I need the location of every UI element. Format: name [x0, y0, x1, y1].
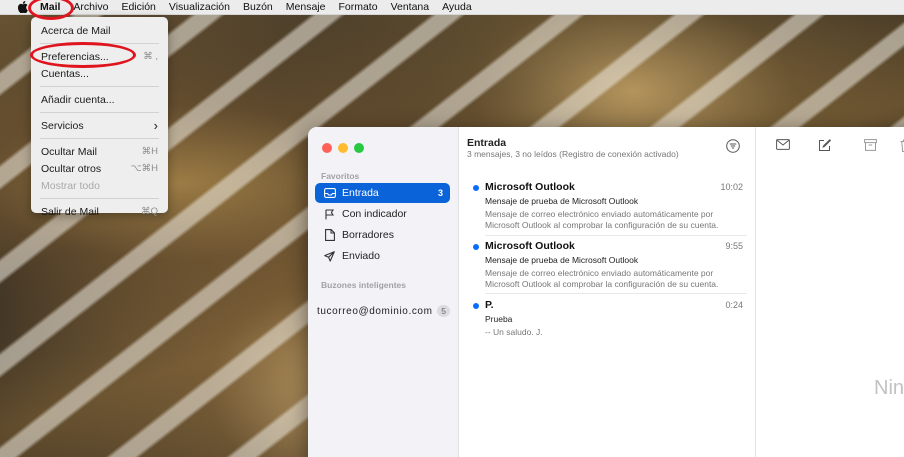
menu-item-add-account[interactable]: Añadir cuenta...: [31, 91, 168, 108]
message-time: 0:24: [725, 300, 743, 310]
message-list: Entrada 3 mensajes, 3 no leídos (Registr…: [459, 127, 756, 457]
flag-icon: [323, 208, 336, 220]
mail-menu-dropdown: Acerca de Mail Preferencias... ⌘ , Cuent…: [31, 17, 168, 218]
message-time: 10:02: [720, 182, 743, 192]
message-row[interactable]: P. 0:24 Prueba -- Un saludo. J.: [459, 299, 756, 339]
favorites-heading: Favoritos: [321, 171, 360, 181]
menu-buzon[interactable]: Buzón: [243, 1, 273, 13]
menu-mensaje[interactable]: Mensaje: [286, 1, 326, 13]
sidebar-account[interactable]: tucorreo@dominio.com 5: [317, 305, 452, 317]
menu-item-services[interactable]: Servicios ›: [31, 117, 168, 134]
menu-archivo[interactable]: Archivo: [73, 1, 108, 13]
shortcut-hide-others: ⌥⌘H: [130, 163, 158, 174]
message-sender: P.: [485, 299, 494, 311]
menu-divider: [40, 112, 159, 113]
sidebar-item-inbox-label: Entrada: [342, 187, 379, 199]
menu-item-about-label: Acerca de Mail: [41, 24, 111, 37]
message-preview: Mensaje de correo electrónico enviado au…: [485, 209, 719, 230]
sidebar-item-flagged[interactable]: Con indicador: [315, 204, 450, 224]
apple-logo-icon[interactable]: [16, 1, 30, 13]
draft-icon: [323, 229, 336, 241]
message-sender: Microsoft Outlook: [485, 240, 575, 252]
message-preview: -- Un saludo. J.: [485, 327, 543, 337]
menu-item-add-account-label: Añadir cuenta...: [41, 93, 115, 106]
message-row[interactable]: Microsoft Outlook 9:55 Mensaje de prueba…: [459, 240, 756, 290]
menu-item-hide-mail[interactable]: Ocultar Mail ⌘H: [31, 143, 168, 160]
menu-divider: [40, 198, 159, 199]
message-divider: [485, 293, 747, 294]
menu-bar: Mail Archivo Edición Visualización Buzón…: [0, 0, 904, 15]
smart-mailboxes-heading: Buzones inteligentes: [321, 280, 407, 290]
menu-divider: [40, 43, 159, 44]
shortcut-quit: ⌘Q: [141, 206, 158, 217]
menu-mail[interactable]: Mail: [40, 1, 60, 13]
filter-icon[interactable]: [726, 139, 740, 156]
message-subject: Mensaje de prueba de Microsoft Outlook: [485, 255, 639, 265]
message-sender: Microsoft Outlook: [485, 181, 575, 193]
mail-window: Favoritos Entrada 3 Con indicador Borrad…: [308, 127, 904, 457]
sent-icon: [323, 250, 336, 262]
message-viewer: Nin: [756, 127, 904, 457]
menu-ayuda[interactable]: Ayuda: [442, 1, 472, 13]
menu-item-hide-others-label: Ocultar otros: [41, 162, 102, 175]
trash-icon[interactable]: [900, 139, 904, 155]
no-message-selected-text: Nin: [874, 377, 904, 399]
menu-item-accounts[interactable]: Cuentas...: [31, 65, 168, 82]
menu-item-quit[interactable]: Salir de Mail ⌘Q: [31, 203, 168, 220]
envelope-icon[interactable]: [776, 139, 790, 153]
sidebar-item-drafts-label: Borradores: [342, 229, 394, 241]
compose-icon[interactable]: [818, 139, 832, 155]
sidebar: Favoritos Entrada 3 Con indicador Borrad…: [308, 127, 459, 457]
sidebar-item-drafts[interactable]: Borradores: [315, 225, 450, 245]
menu-item-accounts-label: Cuentas...: [41, 67, 89, 80]
menu-ventana[interactable]: Ventana: [391, 1, 430, 13]
menu-formato[interactable]: Formato: [338, 1, 377, 13]
shortcut-preferences: ⌘ ,: [143, 51, 158, 62]
mailbox-subtitle: 3 mensajes, 3 no leídos (Registro de con…: [467, 149, 679, 159]
unread-dot: [473, 185, 479, 191]
menu-item-preferences[interactable]: Preferencias... ⌘ ,: [31, 48, 168, 65]
message-preview: Mensaje de correo electrónico enviado au…: [485, 268, 719, 289]
sidebar-item-sent-label: Enviado: [342, 250, 380, 262]
menu-item-show-all: Mostrar todo: [31, 177, 168, 194]
chevron-right-icon: ›: [153, 118, 158, 133]
minimize-window-button[interactable]: [338, 143, 348, 153]
message-time: 9:55: [725, 241, 743, 251]
message-divider: [485, 235, 747, 236]
account-unread-badge: 5: [437, 305, 450, 317]
menu-divider: [40, 138, 159, 139]
unread-dot: [473, 244, 479, 250]
menu-item-services-label: Servicios: [41, 119, 84, 132]
archive-icon[interactable]: [864, 139, 877, 154]
sidebar-item-sent[interactable]: Enviado: [315, 246, 450, 266]
window-controls: [322, 143, 364, 153]
close-window-button[interactable]: [322, 143, 332, 153]
message-row[interactable]: Microsoft Outlook 10:02 Mensaje de prueb…: [459, 181, 756, 231]
unread-dot: [473, 303, 479, 309]
menu-divider: [40, 86, 159, 87]
menu-item-quit-label: Salir de Mail: [41, 205, 99, 218]
sidebar-item-inbox[interactable]: Entrada 3: [315, 183, 450, 203]
menu-item-preferences-label: Preferencias...: [41, 50, 109, 63]
menu-item-hide-mail-label: Ocultar Mail: [41, 145, 98, 158]
sidebar-item-flagged-label: Con indicador: [342, 208, 407, 220]
menu-visualizacion[interactable]: Visualización: [169, 1, 230, 13]
account-email-label: tucorreo@dominio.com: [317, 305, 433, 317]
message-subject: Mensaje de prueba de Microsoft Outlook: [485, 196, 639, 206]
inbox-unread-count: 3: [437, 188, 443, 198]
inbox-icon: [323, 188, 336, 198]
menu-item-hide-others[interactable]: Ocultar otros ⌥⌘H: [31, 160, 168, 177]
menu-item-show-all-label: Mostrar todo: [41, 179, 100, 192]
message-subject: Prueba: [485, 314, 513, 324]
menu-edicion[interactable]: Edición: [121, 1, 155, 13]
shortcut-hide-mail: ⌘H: [141, 146, 158, 157]
menu-item-about[interactable]: Acerca de Mail: [31, 22, 168, 39]
mailbox-title: Entrada: [467, 137, 507, 149]
zoom-window-button[interactable]: [354, 143, 364, 153]
